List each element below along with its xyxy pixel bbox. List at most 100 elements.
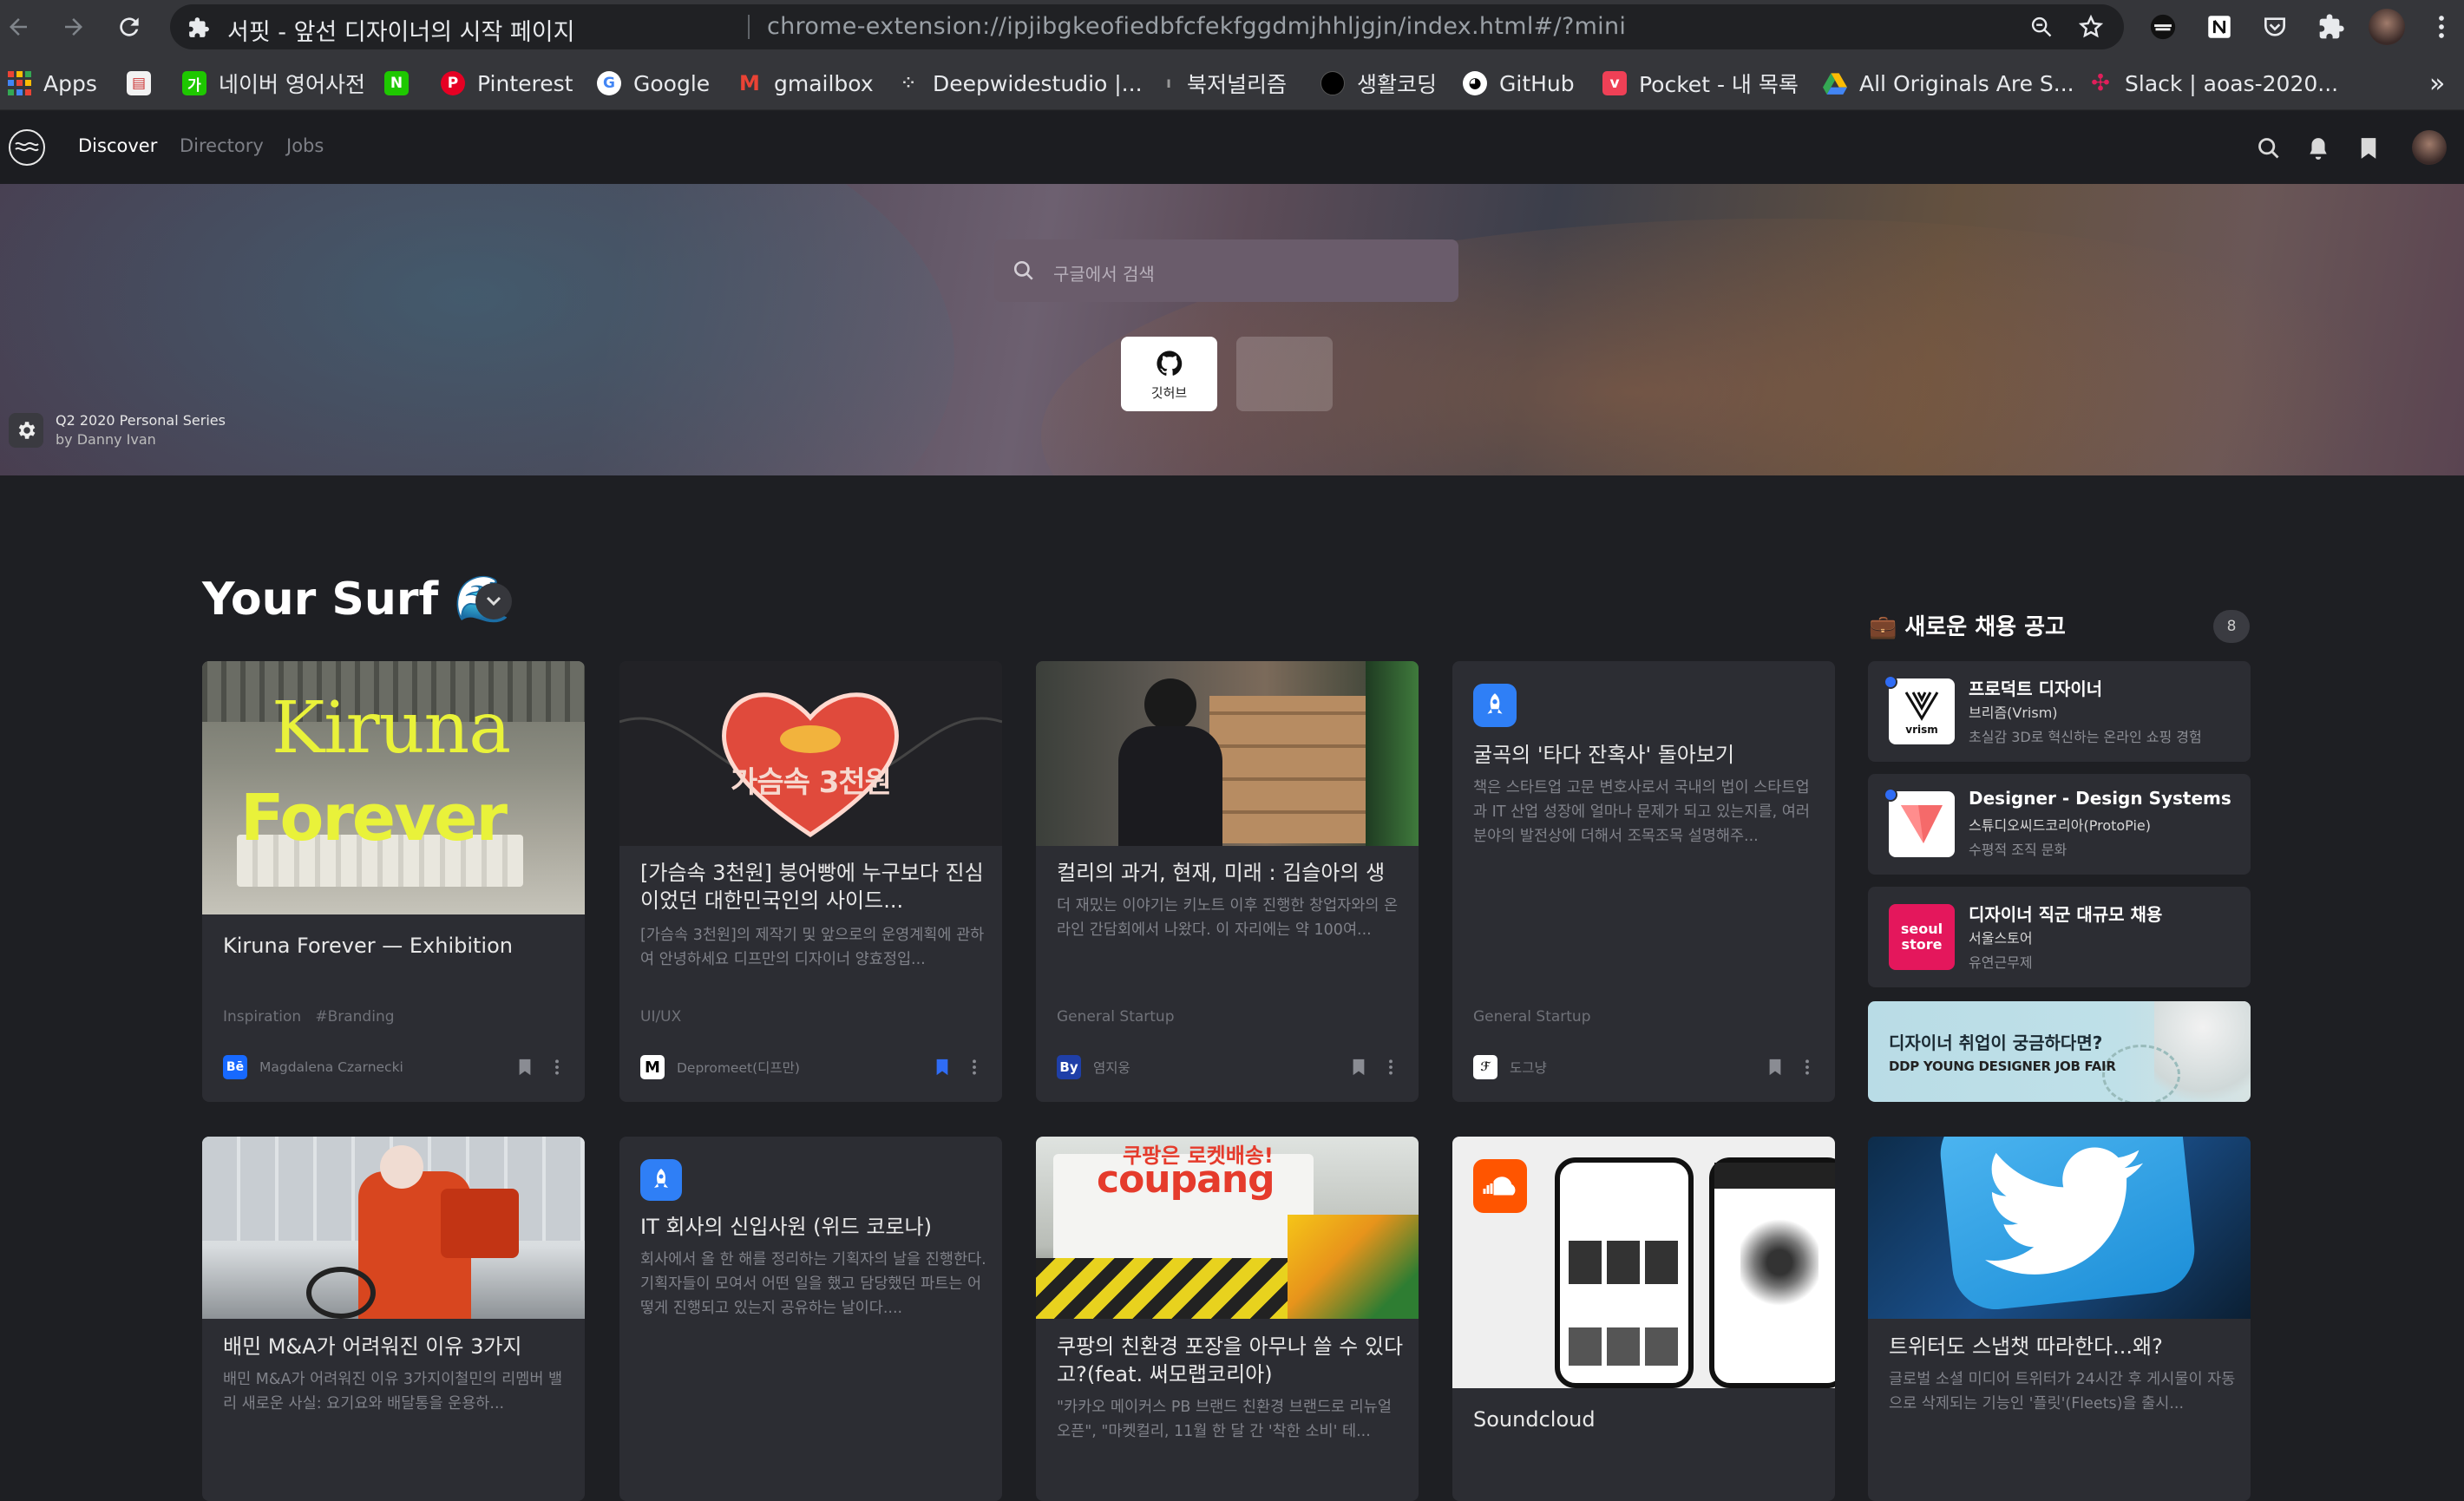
url-text[interactable]: chrome-extension://ipjibgkeofiedbfcfekfg… (767, 13, 1626, 40)
phone-mockup (1555, 1157, 1694, 1388)
more-dots-icon[interactable] (1384, 1057, 1398, 1078)
card-coupang[interactable]: 쿠팡은 로켓배송! coupang 쿠팡의 친환경 포장을 아무나 쓸 수 있다… (1036, 1137, 1419, 1501)
job-title: 프로덕트 디자이너 (1969, 678, 2103, 699)
card-twitter[interactable]: 트위터도 스냅챗 따라한다...왜? 글로벌 소셜 미디어 트위터가 24시간 … (1868, 1137, 2251, 1501)
card-image: 쿠팡은 로켓배송! coupang (1036, 1137, 1419, 1319)
bookmark-google[interactable]: G Google (597, 70, 710, 96)
bookmark-gmail[interactable]: Mgmailbox (737, 70, 874, 96)
card-description: 책은 스타트업 고문 변호사로서 국내의 법이 스타트업과 IT 산업 성장에 … (1473, 779, 1810, 845)
nav-directory[interactable]: Directory (180, 135, 264, 156)
bookmark-icon[interactable] (1766, 1058, 1785, 1077)
bookmark-active-icon[interactable] (933, 1058, 952, 1077)
ad-title: 디자이너 취업이 궁금하다면? (1889, 1032, 2103, 1053)
rocket-icon (1473, 684, 1517, 727)
dots-favicon-icon: ⁘ (901, 75, 915, 92)
back-icon[interactable] (3, 12, 33, 42)
card-title: 트위터도 스냅챗 따라한다...왜? (1889, 1334, 2163, 1359)
bookmark-star-icon[interactable] (2077, 13, 2105, 41)
card-baemin[interactable]: 배민 M&A가 어려워진 이유 3가지 배민 M&A가 어려워진 이유 3가지이… (202, 1137, 585, 1501)
bookmark-apps[interactable]: Apps (7, 70, 97, 96)
more-dots-icon[interactable] (550, 1057, 564, 1078)
bell-icon[interactable] (2305, 135, 2331, 161)
bookmark-icon[interactable] (515, 1058, 534, 1077)
card-description: 배민 M&A가 어려워진 이유 3가지이철민의 리멤버 밸리 새로운 사실: 요… (223, 1371, 563, 1413)
bookmark-naver-n[interactable]: N (384, 70, 421, 96)
quick-link-empty[interactable] (1236, 337, 1333, 411)
page-favicon-icon: ▤ (127, 71, 151, 95)
bookmark-slack[interactable]: ✣ Slack | aoas-2020... (2088, 70, 2338, 96)
bookmark-icon[interactable] (2356, 135, 2382, 161)
search-icon[interactable] (2256, 135, 2282, 161)
bookmark-naver-dict[interactable]: 가 네이버 영어사전 (182, 70, 365, 97)
card-title: Kiruna Forever — Exhibition (223, 934, 513, 958)
job-fair-banner[interactable]: 디자이너 취업이 궁금하다면? DDP YOUNG DESIGNER JOB F… (1868, 1001, 2251, 1102)
menu-dots-icon[interactable] (2425, 10, 2458, 43)
card-footer: ℱ 도그냥 (1473, 1053, 1814, 1081)
surfit-logo-icon[interactable] (9, 129, 45, 166)
card-tags: General Startup (1473, 1008, 1591, 1026)
bookmark-bookjournalism[interactable]: ı 북저널리즘 (1163, 70, 1287, 97)
bookmark-blank[interactable]: ▤ (127, 70, 163, 96)
more-dots-icon[interactable] (967, 1057, 981, 1078)
bookmark-pocket[interactable]: v Pocket - 내 목록 (1602, 70, 1799, 97)
card-footer: M Depromeet(디프만) (640, 1053, 981, 1081)
new-indicator (1884, 788, 1897, 802)
browser-toolbar: 서핏 - 앞선 디자이너의 시작 페이지 chrome-extension://… (0, 0, 2464, 55)
soundcloud-icon (1473, 1159, 1527, 1213)
naver-n-icon: N (384, 71, 409, 95)
github-icon (1155, 349, 1184, 378)
apps-grid-icon (7, 71, 31, 95)
address-bar[interactable]: 서핏 - 앞선 디자이너의 시작 페이지 chrome-extension://… (170, 4, 2124, 49)
nav-discover[interactable]: Discover (78, 135, 157, 156)
bookmark-icon[interactable] (1349, 1058, 1368, 1077)
bookmark-deepwide[interactable]: ⁘ Deepwidestudio |... (896, 70, 1143, 96)
job-item[interactable]: Designer - Design Systems 스튜디오씨드코리아(Prot… (1868, 774, 2251, 875)
github-icon: ◕ (1463, 71, 1487, 95)
card-description: [가슴속 3천원]의 제작기 및 앞으로의 운영계획에 관하여 안녕하세요 디프… (640, 927, 985, 968)
job-title: 디자이너 직군 대규모 채용 (1969, 904, 2163, 925)
card-soundcloud[interactable]: Soundcloud (1452, 1137, 1835, 1501)
card-kurly[interactable]: 컬리의 과거, 현재, 미래 : 김슬아의 생각 더 재밌는 이야기는 키노트 … (1036, 661, 1419, 1102)
rocket-icon (640, 1159, 682, 1201)
card-tada[interactable]: 굴곡의 '타다 잔혹사' 돌아보기 책은 스타트업 고문 변호사로서 국내의 법… (1452, 661, 1835, 1102)
bookmark-pinterest[interactable]: P Pinterest (441, 70, 573, 96)
profile-avatar[interactable] (2369, 9, 2405, 45)
job-company: 서울스토어 (1969, 930, 2033, 947)
card-kiruna[interactable]: Kiruna Forever Kiruna Forever — Exhibiti… (202, 661, 585, 1102)
bookmark-drive[interactable]: All Originals Are S... (1823, 70, 2074, 96)
job-item[interactable]: seoul store 디자이너 직군 대규모 채용 서울스토어 유연근무제 (1868, 887, 2251, 987)
job-summary: 수평적 조직 문화 (1969, 842, 2068, 858)
card-gaseumsok[interactable]: 가슴속 3천원 [가슴속 3천원] 붕어빵에 누구보다 진심이었던 대한민국인의… (619, 661, 1002, 1102)
brunch-by-icon: By (1057, 1055, 1081, 1079)
more-dots-icon[interactable] (1800, 1057, 1814, 1078)
card-image: Kiruna Forever (202, 661, 585, 914)
extension-circle-icon[interactable] (2146, 10, 2179, 43)
extensions-icon[interactable] (2315, 10, 2348, 43)
more-bookmarks[interactable]: » (2429, 69, 2445, 99)
notion-icon[interactable] (2203, 10, 2236, 43)
quick-link-github[interactable]: 깃허브 (1121, 337, 1217, 411)
reload-icon[interactable] (115, 12, 144, 42)
bookmark-opentutorials[interactable]: 생활코딩 (1320, 70, 1437, 97)
wallpaper-credit: Q2 2020 Personal Series by Danny Ivan (56, 412, 226, 448)
pocket-icon[interactable] (2258, 10, 2291, 43)
card-it-newbie[interactable]: IT 회사의 신입사원 (위드 코로나) 회사에서 올 한 해를 정리하는 기획… (619, 1137, 1002, 1501)
settings-gear-icon[interactable] (9, 413, 43, 448)
google-icon: G (597, 71, 621, 95)
zoom-icon[interactable] (2028, 14, 2054, 40)
jobs-count-badge: 8 (2213, 610, 2250, 643)
card-source: Magdalena Czarnecki (259, 1059, 403, 1075)
forward-icon[interactable] (59, 12, 88, 42)
user-avatar[interactable] (2412, 130, 2447, 165)
card-source: Depromeet(디프만) (677, 1060, 800, 1076)
card-image (1868, 1137, 2251, 1319)
job-item[interactable]: vrism 프로덕트 디자이너 브리즘(Vrism) 초실감 3D로 혁신하는 … (1868, 661, 2251, 762)
nav-jobs[interactable]: Jobs (286, 135, 324, 156)
card-source: 도그냥 (1510, 1060, 1547, 1076)
phone-mockup (1709, 1157, 1835, 1388)
bookmark-github[interactable]: ◕ GitHub (1463, 70, 1575, 96)
chevron-down-icon[interactable] (475, 583, 512, 619)
card-title: 컬리의 과거, 현재, 미래 : 김슬아의 생각 (1057, 861, 1386, 885)
new-indicator (1884, 675, 1897, 689)
google-search-input[interactable]: 구글에서 검색 (994, 239, 1458, 302)
